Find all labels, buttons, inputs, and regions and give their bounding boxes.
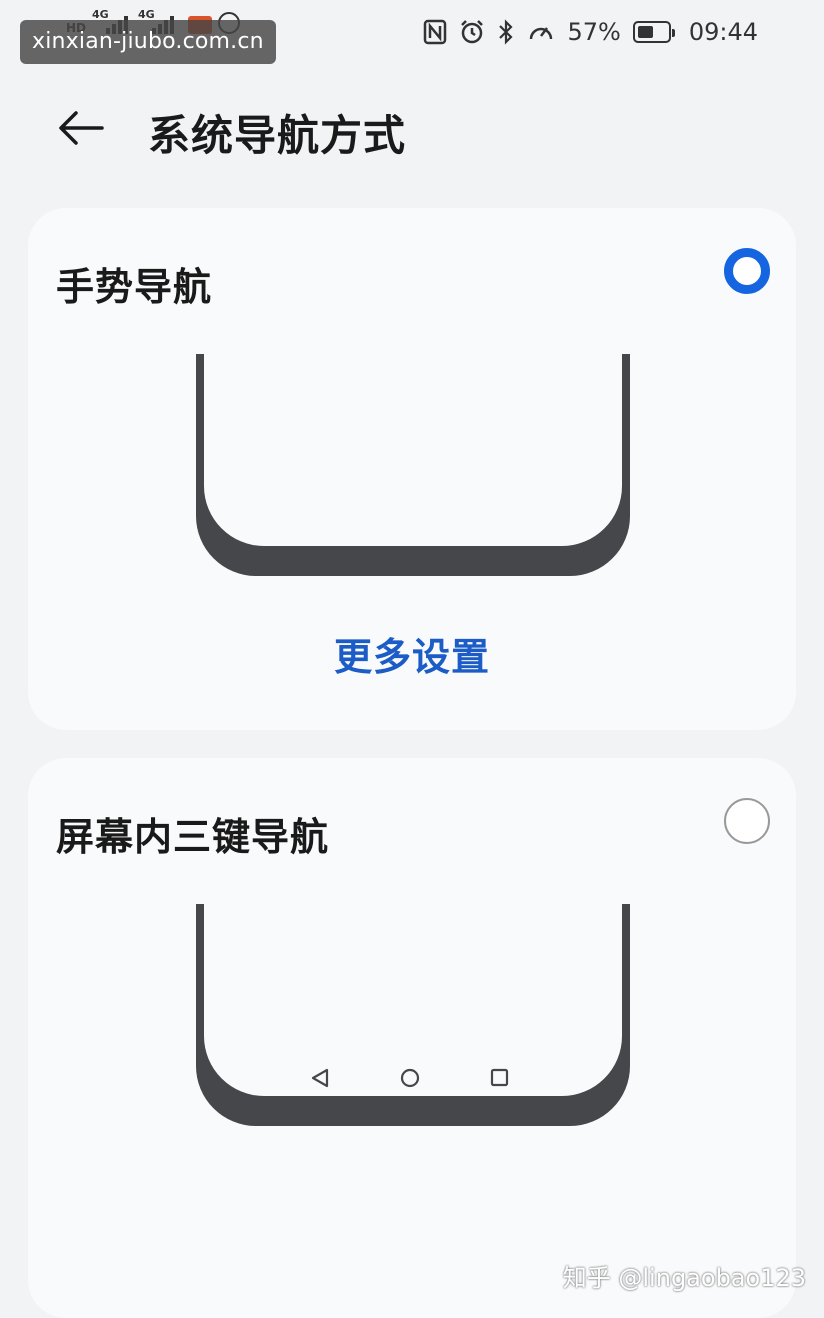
nfc-icon xyxy=(424,19,447,45)
battery-icon xyxy=(632,21,675,43)
radio-unselected[interactable] xyxy=(724,798,770,844)
more-settings-link[interactable]: 更多设置 xyxy=(28,626,796,681)
watermark-bottom: 知乎 @lingaobao123 xyxy=(562,1264,806,1292)
bluetooth-icon xyxy=(499,19,514,45)
back-triangle-icon xyxy=(311,1068,329,1088)
speed-icon xyxy=(530,27,553,40)
watermark-top: xinxian-jiubo.com.cn xyxy=(20,20,276,64)
back-button[interactable] xyxy=(52,100,112,156)
clock: 09:44 xyxy=(688,18,758,46)
status-right-icons: 57% 09:44 xyxy=(423,18,758,46)
option-card-three-key[interactable]: 屏幕内三键导航 xyxy=(28,758,796,1318)
recents-square-icon xyxy=(490,1068,509,1087)
arrow-left-icon xyxy=(59,111,104,145)
option-card-gesture[interactable]: 手势导航 更多设置 xyxy=(28,208,796,730)
page-title: 系统导航方式 xyxy=(148,111,407,160)
home-circle-icon xyxy=(400,1068,420,1088)
alarm-icon xyxy=(461,20,484,44)
radio-selected[interactable] xyxy=(724,248,770,294)
option-title: 屏幕内三键导航 xyxy=(56,815,330,859)
phone-preview-three-key xyxy=(196,904,630,1126)
battery-percent: 57% xyxy=(567,18,621,46)
option-title: 手势导航 xyxy=(56,265,213,309)
phone-preview-gesture xyxy=(196,354,630,576)
